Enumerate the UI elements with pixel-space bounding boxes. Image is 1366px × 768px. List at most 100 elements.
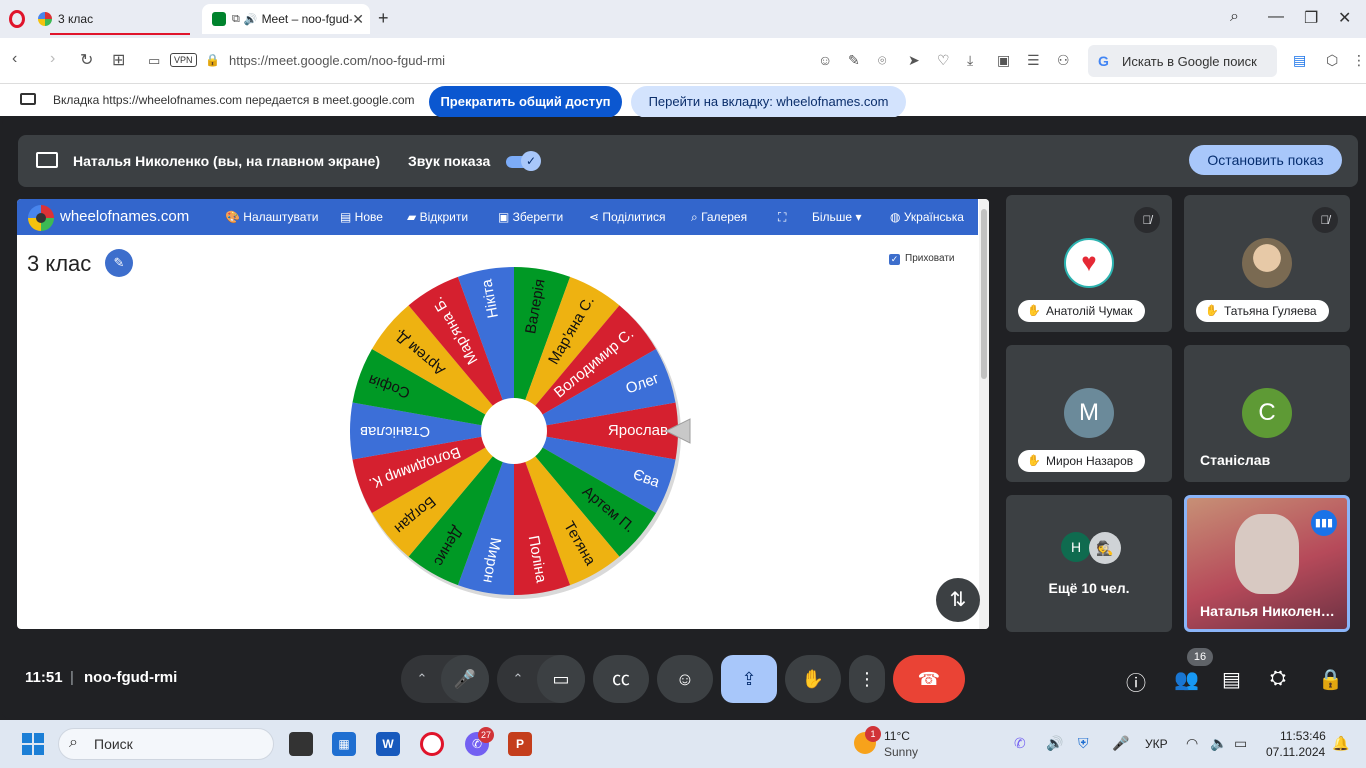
close-icon[interactable]: ✕ [352, 11, 364, 28]
stop-presenting-button[interactable]: Остановить показ [1189, 145, 1342, 175]
wheelofnames-navbar: wheelofnames.com 🎨 Налаштувати ▤ Нове ▰ … [17, 199, 978, 235]
tab-3-klas[interactable]: 3 клас [34, 4, 200, 35]
share-notice-text: Вкладка https://wheelofnames.com передае… [53, 93, 415, 107]
window-close-icon[interactable]: ✕ [1338, 8, 1351, 28]
menu-customize[interactable]: 🎨 Налаштувати [225, 210, 318, 224]
mic-options-chevron-icon[interactable]: ⌃ [401, 655, 443, 703]
extensions-icon[interactable]: ⬡ [1326, 52, 1338, 69]
host-controls-icon[interactable]: 🔒 [1318, 667, 1343, 692]
clock-date[interactable]: 07.11.2024 [1266, 745, 1325, 759]
camera-button[interactable]: ▭ [537, 655, 585, 703]
opera-logo-icon[interactable] [9, 10, 25, 28]
people-count-badge: 16 [1187, 648, 1213, 666]
self-video-tile[interactable]: ▮▮▮ Наталья Николен… [1184, 495, 1350, 632]
minimize-icon[interactable]: — [1268, 8, 1284, 26]
stop-sharing-button[interactable]: Прекратить общий доступ [429, 86, 622, 118]
hide-label: Приховати [905, 253, 955, 264]
edit-title-button[interactable]: ✎ [105, 249, 133, 277]
google-search-field[interactable]: G Искать в Google поиск [1088, 45, 1277, 77]
sidebar-icon[interactable]: ▤ [1293, 52, 1306, 69]
menu-more[interactable]: Більше ▾ [812, 210, 861, 224]
defender-icon[interactable]: ⛨ [1078, 735, 1089, 752]
opera-icon[interactable] [420, 732, 444, 756]
participant-tile[interactable]: C Станіслав [1184, 345, 1350, 482]
edit-icon[interactable]: ✎ [848, 52, 860, 69]
snapshot-icon[interactable]: ⌾ [878, 52, 886, 69]
menu-share[interactable]: ⋖ Поділитися [589, 210, 666, 224]
captions-button[interactable]: ㏄ [593, 655, 649, 703]
go-to-tab-button[interactable]: Перейти на вкладку: wheelofnames.com [631, 86, 906, 118]
account-icon[interactable]: ⚇ [1057, 52, 1070, 69]
name-wheel[interactable]: ЯрославЄваАртем П.ТетянаПолінаМиронДенис… [317, 259, 717, 599]
notifications-bell-icon[interactable]: 🔔 [1332, 735, 1349, 752]
menu-new[interactable]: ▤ Нове [340, 210, 383, 224]
info-icon[interactable]: ⓘ [1126, 667, 1146, 696]
emoji-icon[interactable]: ☺ [818, 52, 832, 68]
menu-gallery[interactable]: ⌕ Галерея [691, 210, 747, 225]
mic-off-icon: 🎙̸ [1312, 207, 1338, 233]
battery-icon[interactable]: ▭ [1234, 735, 1247, 752]
swap-icon[interactable]: ⇅ [936, 578, 980, 622]
wifi-icon[interactable]: ◠ [1186, 735, 1198, 752]
present-button[interactable]: ⇪ [721, 655, 777, 703]
picture-in-picture-icon[interactable]: ⧉ [232, 13, 240, 26]
browser-tabbar: 3 клас ⧉ 🔊 Meet – noo-fgud-r ✕ + ⌕ — ❐ ✕ [0, 0, 1366, 38]
speed-dial-icon[interactable]: ⊞ [112, 50, 125, 70]
present-screen-icon [36, 152, 58, 168]
page-scrollbar[interactable] [979, 199, 989, 629]
speaker-icon[interactable]: 🔈 [1210, 735, 1227, 752]
leave-call-button[interactable]: ☎ [893, 655, 965, 703]
more-participants-tile[interactable]: H 🕵 Ещё 10 чел. [1006, 495, 1172, 632]
chat-icon[interactable]: ▤ [1222, 667, 1241, 692]
vpn-badge[interactable]: VPN [170, 53, 197, 67]
back-icon[interactable]: ‹ [12, 50, 17, 68]
taskbar-search[interactable]: ⌕ Поиск [58, 728, 274, 760]
more-options-button[interactable]: ⋮ [849, 655, 885, 703]
camera-options-chevron-icon[interactable]: ⌃ [497, 655, 539, 703]
activities-icon[interactable]: ⛭ [1270, 667, 1286, 690]
windows-start-icon[interactable] [22, 733, 44, 755]
fullscreen-icon[interactable]: ⛶ [778, 210, 786, 225]
heart-icon[interactable]: ♡ [937, 52, 950, 69]
tab-meet[interactable]: ⧉ 🔊 Meet – noo-fgud-r ✕ [202, 4, 370, 34]
volume-icon[interactable]: 🔊 [1046, 735, 1063, 752]
send-icon[interactable]: ➤ [908, 52, 920, 69]
language-indicator[interactable]: УКР [1145, 737, 1168, 751]
forward-icon[interactable]: › [50, 50, 55, 68]
speaker-icon[interactable]: 🔊 [244, 13, 258, 26]
viber-tray-icon[interactable]: ✆ [1014, 735, 1026, 752]
task-view-icon[interactable] [289, 732, 313, 756]
people-icon[interactable]: 👥 [1174, 667, 1199, 692]
menu-language[interactable]: ◍ Українська [890, 210, 964, 224]
reload-icon[interactable]: ↻ [80, 50, 93, 70]
wheelofnames-brand[interactable]: wheelofnames.com [60, 208, 189, 225]
camera-icon[interactable]: ▭ [148, 53, 160, 69]
powerpoint-icon[interactable]: P [508, 732, 532, 756]
menu-open[interactable]: ▰ Відкрити [407, 210, 468, 224]
participant-tile[interactable]: 🎙̸ ♥ ✋ Анатолій Чумак [1006, 195, 1172, 332]
meeting-clock: 11:51 [25, 669, 63, 686]
restore-icon[interactable]: ❐ [1304, 8, 1318, 28]
share-audio-toggle[interactable]: ✓ [506, 151, 542, 171]
url-field[interactable]: https://meet.google.com/noo-fgud-rmi [229, 53, 445, 68]
participant-tile[interactable]: 🎙̸ ✋ Татьяна Гуляева [1184, 195, 1350, 332]
easy-setup-icon[interactable]: ☰ [1027, 52, 1040, 69]
hand-icon: ✋ [801, 669, 825, 689]
microphone-button[interactable]: 🎤 [441, 655, 489, 703]
tab-search-icon[interactable]: ⌕ [1230, 8, 1239, 26]
store-icon[interactable]: ▦ [332, 732, 356, 756]
menu-save[interactable]: ▣ Зберегти [498, 210, 563, 224]
microphone-tray-icon[interactable]: 🎤 [1112, 735, 1129, 752]
new-tab-plus-icon[interactable]: + [378, 8, 389, 29]
wheel-center[interactable] [481, 398, 547, 464]
hide-checkbox[interactable]: ✓ [889, 254, 900, 265]
participant-tile[interactable]: M ✋ Мирон Назаров [1006, 345, 1172, 482]
clock-time[interactable]: 11:53:46 [1280, 729, 1326, 743]
menu-dots-icon[interactable]: ⋮ [1352, 52, 1366, 69]
raise-hand-button[interactable]: ✋ [785, 655, 841, 703]
avatar [1242, 238, 1292, 288]
word-icon[interactable]: W [376, 732, 400, 756]
video-popout-icon[interactable]: ▣ [997, 52, 1010, 69]
reactions-button[interactable]: ☺ [657, 655, 713, 703]
download-icon[interactable]: ⤓ [967, 52, 973, 69]
